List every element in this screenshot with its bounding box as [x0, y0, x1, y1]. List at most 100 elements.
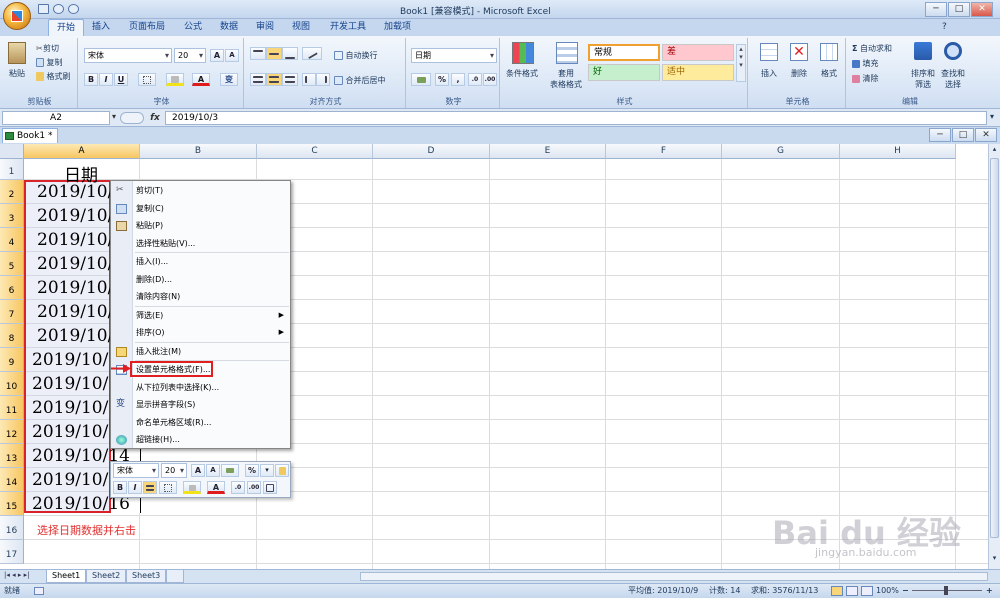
- mini-format-painter-button[interactable]: [275, 464, 289, 477]
- menu-item-insert[interactable]: 插入(I)...: [111, 253, 290, 271]
- paste-button[interactable]: 粘贴: [9, 68, 25, 79]
- mini-merge-button[interactable]: [263, 481, 277, 494]
- tab-view[interactable]: 视图: [284, 19, 318, 36]
- column-header-e[interactable]: E: [490, 144, 606, 159]
- minimize-button[interactable]: ─: [925, 2, 947, 17]
- scroll-thumb[interactable]: [990, 158, 999, 538]
- menu-item-paste[interactable]: 粘贴(P): [111, 217, 290, 235]
- copy-button[interactable]: 复制: [36, 57, 63, 68]
- sheet-tab-2[interactable]: Sheet2: [86, 570, 127, 583]
- mini-grow-button[interactable]: A: [191, 464, 205, 477]
- sort-filter-icon[interactable]: [914, 42, 932, 60]
- office-button[interactable]: [3, 2, 31, 30]
- close-button[interactable]: ✕: [971, 2, 993, 17]
- menu-item-paste-special[interactable]: 选择性粘贴(V)...: [111, 235, 290, 253]
- tab-review[interactable]: 审阅: [248, 19, 282, 36]
- menu-item-cut[interactable]: ✂ 剪切(T): [111, 182, 290, 200]
- fill-button[interactable]: 填充: [852, 58, 879, 69]
- conditional-format-icon[interactable]: [512, 42, 534, 64]
- date-cell[interactable]: 2019/10/: [32, 470, 108, 490]
- wb-close-button[interactable]: ✕: [975, 128, 997, 142]
- macro-record-icon[interactable]: [34, 587, 44, 595]
- insert-cells-icon[interactable]: [760, 43, 778, 61]
- row-header-8[interactable]: 8: [0, 324, 24, 348]
- horizontal-scrollbar[interactable]: [360, 572, 988, 581]
- font-size-combo[interactable]: 20: [174, 48, 206, 63]
- format-cells-icon[interactable]: [820, 43, 838, 61]
- zoom-level[interactable]: 100%: [876, 584, 899, 598]
- format-as-table-button[interactable]: 套用 表格格式: [546, 68, 586, 90]
- row-header-11[interactable]: 11: [0, 396, 24, 420]
- align-center-button[interactable]: [266, 73, 282, 86]
- row-header-4[interactable]: 4: [0, 228, 24, 252]
- maximize-button[interactable]: □: [948, 2, 970, 17]
- date-cell[interactable]: 2019/10/: [32, 374, 108, 394]
- tab-home[interactable]: 开始: [48, 19, 85, 36]
- date-cell[interactable]: 2019/10/: [32, 398, 108, 418]
- column-header-f[interactable]: F: [606, 144, 722, 159]
- font-color-button[interactable]: A: [192, 73, 210, 86]
- date-cell[interactable]: 2019/10/: [37, 230, 113, 250]
- increase-indent-button[interactable]: [316, 73, 330, 86]
- menu-item-pick-from-list[interactable]: 从下拉列表中选择(K)...: [111, 379, 290, 397]
- delete-cells-icon[interactable]: ✕: [790, 43, 808, 61]
- comma-button[interactable]: ,: [451, 73, 465, 86]
- date-cell[interactable]: 2019/10/: [32, 350, 108, 370]
- phonetic-button[interactable]: 变: [220, 73, 238, 86]
- align-top-button[interactable]: [250, 47, 266, 60]
- insert-function-button[interactable]: fx: [148, 111, 162, 125]
- date-cell[interactable]: 2019/10/: [37, 302, 113, 322]
- style-good[interactable]: 好: [588, 64, 660, 81]
- align-left-button[interactable]: [250, 73, 266, 86]
- scroll-up-icon[interactable]: ▴: [990, 145, 999, 155]
- shrink-font-button[interactable]: A: [225, 49, 239, 62]
- mini-currency-button[interactable]: [221, 464, 239, 477]
- row-header-16[interactable]: 16: [0, 516, 24, 540]
- delete-cells-button[interactable]: 删除: [791, 68, 807, 79]
- page-layout-view-icon[interactable]: [846, 586, 858, 596]
- mini-border-button[interactable]: [159, 481, 177, 494]
- row-header-9[interactable]: 9: [0, 348, 24, 372]
- mini-decrease-decimal-button[interactable]: .00: [247, 481, 261, 494]
- scroll-down-icon[interactable]: ▾: [990, 554, 999, 564]
- sheet-nav-icons[interactable]: |◂ ◂ ▸ ▸|: [4, 571, 29, 579]
- date-cell[interactable]: 2019/10/: [37, 254, 113, 274]
- select-all-corner[interactable]: [0, 144, 24, 159]
- row-header-3[interactable]: 3: [0, 204, 24, 228]
- mini-font-combo[interactable]: 宋体: [113, 463, 159, 478]
- column-header-g[interactable]: G: [722, 144, 840, 159]
- date-cell[interactable]: 2019/10/: [32, 422, 108, 442]
- decrease-indent-button[interactable]: [302, 73, 316, 86]
- menu-item-delete[interactable]: 删除(D)...: [111, 271, 290, 289]
- format-painter-button[interactable]: 格式刷: [36, 71, 71, 82]
- font-name-combo[interactable]: 宋体: [84, 48, 172, 63]
- insert-cells-button[interactable]: 插入: [761, 68, 777, 79]
- find-select-button[interactable]: 查找和 选择: [938, 68, 968, 90]
- date-cell[interactable]: 2019/10/: [37, 278, 113, 298]
- table-format-icon[interactable]: [556, 42, 578, 64]
- menu-item-name-range[interactable]: 命名单元格区域(R)...: [111, 414, 290, 432]
- wb-restore-button[interactable]: □: [952, 128, 974, 142]
- percent-button[interactable]: %: [435, 73, 449, 86]
- tab-page-layout[interactable]: 页面布局: [121, 19, 173, 36]
- autosum-button[interactable]: Σ 自动求和: [852, 43, 892, 54]
- bold-button[interactable]: B: [84, 73, 98, 86]
- row-header-10[interactable]: 10: [0, 372, 24, 396]
- mini-italic-button[interactable]: I: [128, 481, 142, 494]
- row-header-1[interactable]: 1: [0, 159, 24, 180]
- row-header-6[interactable]: 6: [0, 276, 24, 300]
- namebox-dropdown-icon[interactable]: ▾: [112, 112, 116, 121]
- paste-icon[interactable]: [8, 42, 26, 64]
- menu-item-sort[interactable]: 排序(O) ▶: [111, 324, 290, 342]
- align-bottom-button[interactable]: [282, 47, 298, 60]
- tab-addins[interactable]: 加载项: [376, 19, 419, 36]
- mini-increase-decimal-button[interactable]: .0: [231, 481, 245, 494]
- zoom-out-icon[interactable]: −: [902, 584, 909, 598]
- insert-sheet-icon[interactable]: [166, 570, 184, 583]
- undo-icon[interactable]: [53, 4, 64, 14]
- redo-icon[interactable]: [68, 4, 79, 14]
- orientation-button[interactable]: [302, 47, 322, 60]
- mini-comma-button[interactable]: ▾: [260, 464, 274, 477]
- find-icon[interactable]: [944, 42, 962, 60]
- mini-fill-button[interactable]: [183, 481, 201, 494]
